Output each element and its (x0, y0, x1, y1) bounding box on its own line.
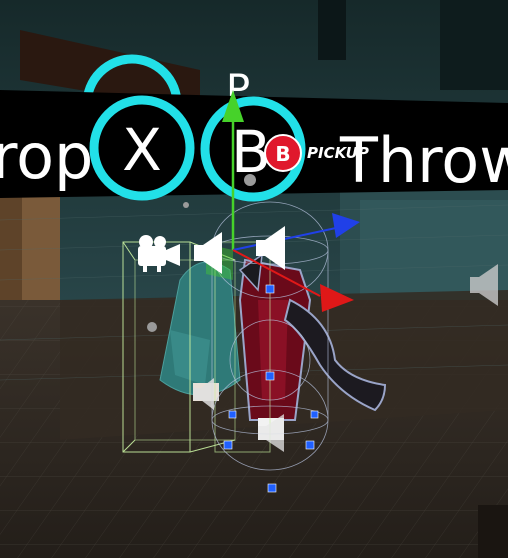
x-button-prompt[interactable]: X (89, 95, 195, 201)
handle-top[interactable] (265, 284, 275, 294)
handle-left[interactable] (223, 440, 233, 450)
handle-mid-right[interactable] (310, 410, 319, 419)
handle-center[interactable] (265, 371, 275, 381)
beam (440, 0, 508, 90)
scene-viewport[interactable]: P rop X B Throw B PICKUP (0, 0, 508, 558)
pickup-label: PICKUP (307, 144, 369, 162)
handle-mid-left[interactable] (228, 410, 237, 419)
scene-canvas[interactable]: P rop X B Throw B PICKUP (0, 0, 508, 558)
handle-right[interactable] (305, 440, 315, 450)
maroon-front (258, 300, 288, 400)
handle-bottom[interactable] (267, 483, 277, 493)
beam (318, 0, 346, 60)
b-badge-label: B (275, 142, 290, 166)
x-button-label: X (122, 116, 162, 184)
table-leg (478, 505, 508, 558)
drop-hint-label: rop (0, 120, 93, 193)
